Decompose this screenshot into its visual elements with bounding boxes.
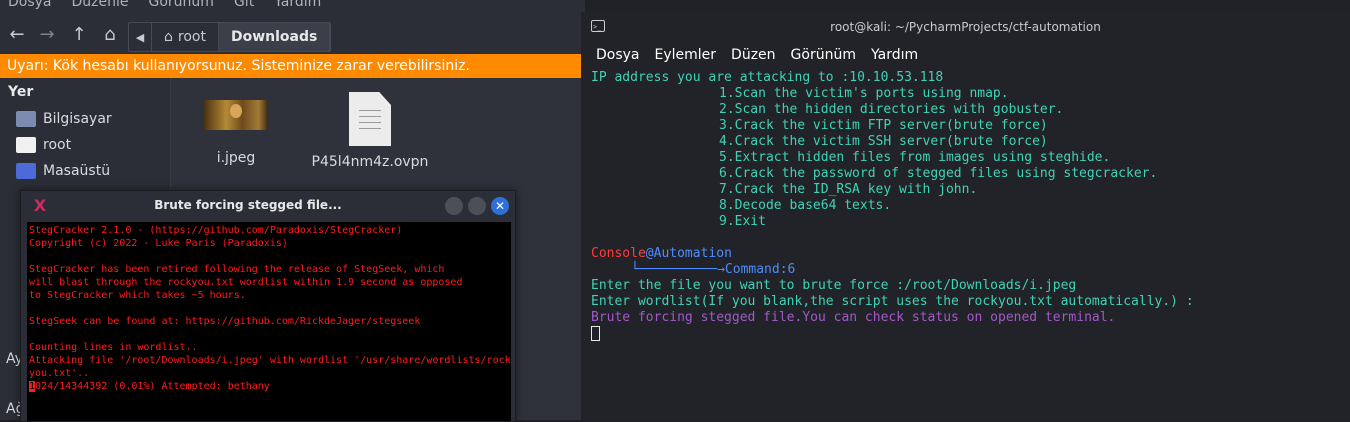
steg-terminal-output: StegCracker 2.1.0 - (https://github.com/… <box>27 222 511 421</box>
term-line: to StegCracker which takes ~5 hours. <box>29 290 246 301</box>
dialog-title: Brute forcing stegged file... <box>154 198 342 212</box>
back-arrow-icon[interactable]: ← <box>6 24 28 46</box>
terminal-cursor <box>591 326 600 341</box>
term-line: Attacking file '/root/Downloads/i.jpeg' … <box>29 355 511 366</box>
desktop-icon <box>16 163 36 179</box>
menu-dosya[interactable]: Dosya <box>8 0 52 10</box>
menu-dosya[interactable]: Dosya <box>596 47 640 63</box>
file-manager-toolbar: ← → ↑ ⌂ ◀ ⌂ root Downloads <box>0 18 585 54</box>
document-icon <box>349 92 391 146</box>
wordlist-line: Enter wordlist(If you blank,the script u… <box>591 294 1194 309</box>
forward-arrow-icon[interactable]: → <box>36 24 58 46</box>
computer-icon <box>16 111 36 127</box>
progress-text: 024/14344392 (0.01%) Attempted: bethany <box>35 381 270 392</box>
home-small-icon: ⌂ <box>164 29 173 45</box>
terminal-output[interactable]: IP address you are attacking to :10.10.5… <box>581 68 1350 420</box>
prompt-arrow: └──────────→ <box>631 262 725 277</box>
menu-yardim[interactable]: Yardım <box>871 47 918 63</box>
term-line <box>29 250 509 263</box>
menu-yardim[interactable]: Yardım <box>274 0 321 10</box>
menu-duzenle[interactable]: Düzenle <box>72 0 129 10</box>
command-line: └──────────→Command:6 <box>591 262 1340 278</box>
sidebar-item-label: Masaüstü <box>43 163 111 179</box>
breadcrumb: ◀ ⌂ root Downloads <box>128 22 332 52</box>
term-line: StegCracker 2.1.0 - (https://github.com/… <box>29 225 403 236</box>
cursor-line <box>591 326 1340 342</box>
minimize-button[interactable] <box>445 197 463 215</box>
close-button[interactable]: ✕ <box>491 197 509 215</box>
terminal-menubar: Dosya Eylemler Düzen Görünüm Yardım <box>581 42 1350 68</box>
terminal-titlebar: >_ root@kali: ~/PycharmProjects/ctf-auto… <box>581 12 1350 42</box>
breadcrumb-root[interactable]: ⌂ root <box>152 23 219 51</box>
term-line: StegCracker has been retired following t… <box>29 264 445 275</box>
steg-dialog: X Brute forcing stegged file... ✕ StegCr… <box>20 190 516 422</box>
terminal-title: root@kali: ~/PycharmProjects/ctf-automat… <box>830 20 1101 34</box>
root-warning-bar: Uyarı: Kök hesabı kullanıyorsunuz. Siste… <box>0 54 585 78</box>
term-line: will blast through the rockyou.txt wordl… <box>29 277 463 288</box>
ip-line: IP address you are attacking to :10.10.5… <box>591 70 944 85</box>
terminal-window: >_ root@kali: ~/PycharmProjects/ctf-auto… <box>581 12 1350 420</box>
sidebar-item-root[interactable]: root <box>16 134 71 156</box>
breadcrumb-root-label: root <box>177 29 206 45</box>
option-line: 3.Crack the victim FTP server(brute forc… <box>719 118 1048 133</box>
term-line: Counting lines in wordlist.. <box>29 342 198 353</box>
file-item-jpeg[interactable]: i.jpeg <box>181 100 291 166</box>
file-name: i.jpeg <box>216 150 256 166</box>
term-line: Copyright (c) 2022 - Luke Paris (Paradox… <box>29 238 288 249</box>
progress-line: 1024/14344392 (0.01%) Attempted: bethany <box>29 380 509 393</box>
home-icon[interactable]: ⌂ <box>99 24 121 46</box>
file-manager-menubar: Dosya Düzenle Görünüm Git Yardım <box>0 0 585 12</box>
option-line: 8.Decode base64 texts. <box>719 198 892 213</box>
menu-git[interactable]: Git <box>234 0 254 10</box>
menu-eylemler[interactable]: Eylemler <box>655 47 717 63</box>
file-line: Enter the file you want to brute force :… <box>591 278 1077 293</box>
breadcrumb-left-arrow-icon[interactable]: ◀ <box>129 23 152 51</box>
image-thumbnail <box>204 100 268 130</box>
menu-duzen[interactable]: Düzen <box>731 47 776 63</box>
sidebar-item-desktop[interactable]: Masaüstü <box>16 160 110 182</box>
status-line: Brute forcing stegged file.You can check… <box>591 310 1116 325</box>
home-folder-icon <box>16 137 36 153</box>
prompt-console: Console <box>591 246 646 261</box>
prompt-line: Console@Automation <box>591 246 1340 262</box>
option-line: 4.Crack the victim SSH server(brute forc… <box>719 134 1048 149</box>
breadcrumb-downloads[interactable]: Downloads <box>218 23 331 51</box>
term-line <box>29 328 509 341</box>
menu-gorunum[interactable]: Görünüm <box>791 47 856 63</box>
file-item-ovpn[interactable]: P45l4nm4z.ovpn <box>295 92 445 170</box>
option-line: 1.Scan the victim's ports using nmap. <box>719 86 1009 101</box>
prompt-automation: @Automation <box>645 246 732 261</box>
term-line: you.txt'.. <box>29 368 90 379</box>
maximize-button[interactable] <box>468 197 486 215</box>
sidebar-item-computer[interactable]: Bilgisayar <box>16 108 112 130</box>
term-line <box>29 302 509 315</box>
option-line: 2.Scan the hidden directories with gobus… <box>719 102 1064 117</box>
up-arrow-icon[interactable]: ↑ <box>68 24 90 46</box>
places-title: Yer <box>8 84 34 100</box>
option-line: 6.Crack the password of stegged files us… <box>719 166 1158 181</box>
menu-gorunum[interactable]: Görünüm <box>149 0 214 10</box>
term-line: StegSeek can be found at: https://github… <box>29 316 421 327</box>
option-line: 5.Extract hidden files from images using… <box>719 150 1111 165</box>
option-line: 7.Crack the ID_RSA key with john. <box>719 182 978 197</box>
dialog-titlebar: X Brute forcing stegged file... ✕ <box>21 191 515 222</box>
prompt-command: Command:6 <box>724 262 796 277</box>
sidebar-item-label: Bilgisayar <box>43 111 112 127</box>
sidebar-item-label: root <box>43 137 72 153</box>
file-name: P45l4nm4z.ovpn <box>311 154 429 170</box>
option-line: 9.Exit <box>719 214 766 229</box>
